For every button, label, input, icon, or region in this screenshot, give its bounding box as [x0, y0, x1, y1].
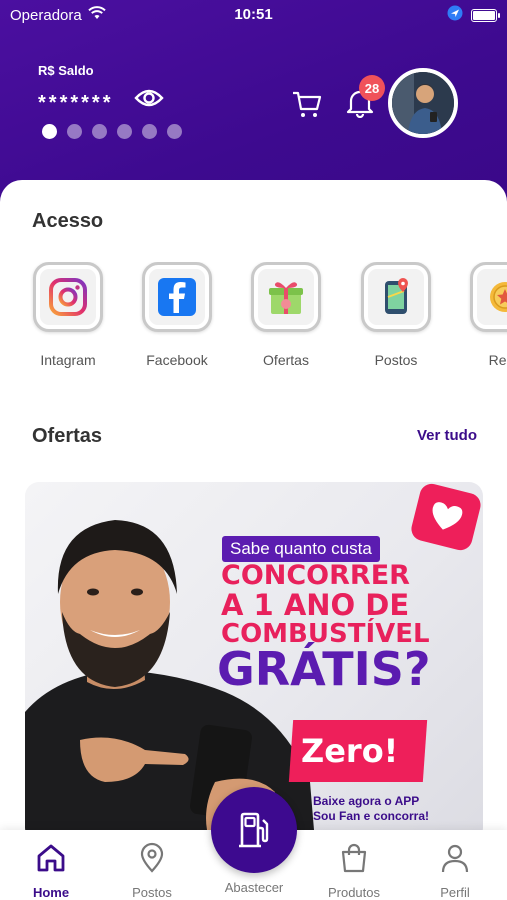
access-label: Intagram: [40, 352, 96, 368]
clock: 10:51: [234, 6, 273, 23]
refuel-button[interactable]: [211, 787, 297, 873]
section-title-ofertas: Ofertas: [32, 425, 103, 447]
facebook-icon: [158, 278, 196, 316]
balance-value: *******: [38, 92, 114, 114]
bell-icon: [344, 90, 376, 122]
access-item-ofertas[interactable]: Ofertas: [241, 262, 331, 368]
toggle-balance-button[interactable]: [133, 85, 165, 115]
banner-line-4: GRÁTIS?: [217, 642, 431, 696]
cart-button[interactable]: [291, 88, 323, 120]
nav-item-home[interactable]: Home: [6, 842, 96, 900]
carousel-dot[interactable]: [92, 124, 107, 139]
nav-item-perfil[interactable]: Perfil: [410, 842, 500, 900]
notification-badge: 28: [359, 75, 385, 101]
refuel-label: Abastecer: [224, 880, 284, 895]
map-phone-icon: [385, 278, 408, 314]
carousel-dot[interactable]: [67, 124, 82, 139]
access-label: Facebook: [146, 352, 208, 368]
gift-icon: [269, 282, 303, 314]
section-title-acesso: Acesso: [32, 210, 104, 232]
nav-label: Postos: [132, 885, 172, 900]
banner-line-1: CONCORRER: [221, 560, 410, 591]
banner-cta-line-2: Sou Fan e concorra!: [313, 809, 430, 823]
carousel-dot[interactable]: [142, 124, 157, 139]
location-pin-icon: [140, 842, 164, 873]
access-icon-tile: [361, 262, 431, 332]
nav-label: Produtos: [327, 885, 381, 900]
access-item-facebook[interactable]: Facebook: [132, 262, 222, 368]
access-item-instagram[interactable]: Intagram: [23, 262, 113, 368]
shopping-bag-icon: [341, 843, 367, 873]
access-icon-tile: [251, 262, 321, 332]
access-label: Resg: [488, 352, 507, 368]
avatar-photo: [392, 72, 454, 134]
access-icon-tile: [33, 262, 103, 332]
access-item-resgate[interactable]: Resg: [460, 262, 507, 368]
access-icon-tile: [142, 262, 212, 332]
home-icon: [37, 844, 65, 872]
fuel-pump-icon: [239, 812, 269, 848]
banner-zero-text: Zero!: [301, 732, 399, 770]
status-right: [447, 5, 500, 25]
nav-label: Perfil: [440, 885, 470, 900]
access-row[interactable]: Intagram Facebook Ofertas Postos Re: [0, 262, 507, 372]
battery-icon: [471, 8, 500, 22]
nav-label: Home: [32, 885, 70, 900]
banner-pill-text: Sabe quanto custa: [222, 536, 380, 562]
see-all-link[interactable]: Ver tudo: [417, 427, 477, 444]
eye-icon: [134, 87, 164, 114]
avatar[interactable]: [388, 68, 458, 138]
instagram-icon: [49, 278, 87, 316]
coin-icon: [490, 282, 507, 312]
carousel-dot[interactable]: [42, 124, 57, 139]
carousel-dots: [42, 124, 182, 139]
nav-item-produtos[interactable]: Produtos: [309, 842, 399, 900]
banner-line-2: A 1 ANO DE: [221, 588, 410, 622]
access-icon-tile: [470, 262, 507, 332]
access-label: Postos: [374, 352, 418, 368]
access-label: Ofertas: [263, 352, 309, 368]
status-bar: Operadora 10:51: [0, 0, 507, 30]
user-icon: [441, 844, 469, 873]
banner-cta-line-1: Baixe agora o APP: [313, 794, 420, 808]
carousel-dot[interactable]: [117, 124, 132, 139]
heart-icon: [432, 502, 463, 530]
cart-icon: [291, 91, 323, 124]
access-item-postos[interactable]: Postos: [351, 262, 441, 368]
nav-item-postos[interactable]: Postos: [107, 842, 197, 900]
carousel-dot[interactable]: [167, 124, 182, 139]
location-arrow-icon: [447, 5, 463, 25]
balance-label: R$ Saldo: [38, 63, 94, 78]
